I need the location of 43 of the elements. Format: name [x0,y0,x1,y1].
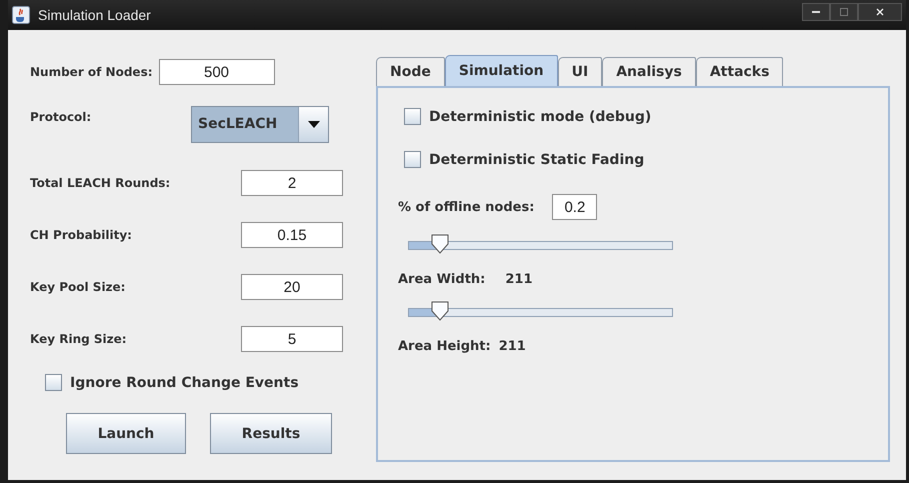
tab[interactable]: Attacks [696,57,784,86]
close-button[interactable] [858,3,902,21]
input-field[interactable]: 5 [241,326,343,352]
checkbox[interactable] [45,374,62,391]
checkbox-label: Deterministic Static Fading [429,152,644,168]
close-icon [876,8,884,16]
value-text: 211 [498,339,526,354]
field-label: Protocol: [30,110,92,124]
checkbox[interactable] [404,151,421,168]
minimize-button[interactable] [802,3,830,21]
slider[interactable] [408,301,673,323]
action-button[interactable]: Results [210,413,332,454]
caret-icon [308,120,320,128]
tab[interactable]: Analisys [602,57,696,86]
action-button[interactable]: Launch [66,413,186,454]
value-text: 211 [505,272,532,287]
protocol-dropdown[interactable]: SecLEACH [191,106,329,142]
checkbox-label: Ignore Round Change Events [70,374,299,390]
tab[interactable]: Node [376,57,445,86]
maximize-icon [840,8,848,16]
tab[interactable]: UI [558,57,602,86]
field-label: Area Height: [398,339,491,354]
window-title: Simulation Loader [38,7,152,23]
checkbox-label: Deterministic mode (debug) [429,108,652,124]
input-field[interactable]: 0.2 [552,194,598,220]
input-field[interactable]: 2 [241,170,343,196]
field-label: CH Probability: [30,228,133,242]
input-field[interactable]: 20 [241,274,343,300]
field-label: Key Ring Size: [30,332,128,346]
nodes-field[interactable]: 500 [158,59,275,85]
slider-thumb[interactable] [431,300,450,320]
tab[interactable]: Simulation [444,55,558,86]
slider-thumb[interactable] [431,234,450,254]
field-label: Area Width: [398,272,486,287]
field-label: Number of Nodes: [30,65,153,79]
field-label: % of offline nodes: [398,200,534,214]
field-label: Total LEACH Rounds: [30,176,172,190]
slider[interactable] [408,234,673,256]
field-label: Key Pool Size: [30,280,126,294]
java-cup-icon [12,6,30,24]
minimize-icon [812,10,820,14]
checkbox[interactable] [404,108,421,125]
input-field[interactable]: 0.15 [241,222,343,248]
